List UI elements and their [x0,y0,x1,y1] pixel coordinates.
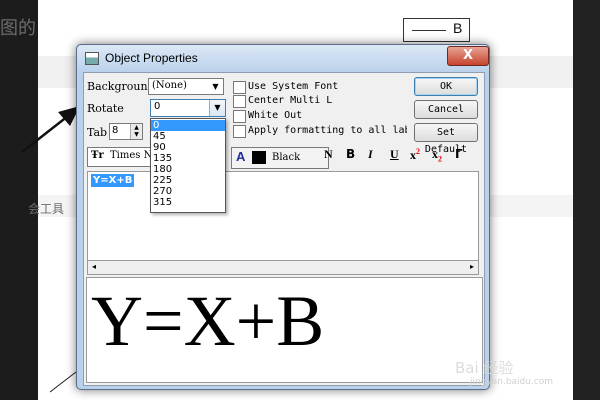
checkbox-label-apply-formatting: Apply formatting to all label [248,125,407,136]
ok-button[interactable]: OK [414,77,478,96]
checkbox-apply-formatting[interactable] [233,125,246,138]
subscript-button[interactable]: x2 [432,147,442,167]
rotate-option-135[interactable]: 135 [151,153,225,164]
greek-symbol-button[interactable]: Γ [455,147,463,167]
superscript-mark: 2 [416,147,420,156]
label-text-editor[interactable]: Y=X+B [87,171,479,261]
dialog-title: Object Properties [105,51,198,65]
checkbox-use-system-font[interactable] [233,81,246,94]
italic-button[interactable]: I [368,147,373,167]
cancel-button[interactable]: Cancel [414,100,478,119]
tab-value: 8 [112,125,119,136]
app-icon [85,52,99,65]
subscript-mark: 2 [438,154,442,164]
rotate-option-90[interactable]: 90 [151,142,225,153]
rotate-combo[interactable]: 0 ▼ [150,99,226,117]
bold-button[interactable]: B [346,147,355,167]
rotate-option-45[interactable]: 45 [151,131,225,142]
chevron-down-icon[interactable]: ▼ [209,100,225,116]
font-combo-value: Times N [110,150,153,161]
editor-horizontal-scrollbar[interactable]: ◂ ▸ [87,260,479,275]
font-combo[interactable]: Ŧr Times N [87,147,155,167]
rotate-option-180[interactable]: 180 [151,164,225,175]
checkbox-white-out[interactable] [233,110,246,123]
object-properties-dialog: Object Properties X Background (None) ▼ … [76,44,490,390]
background-combo-value: (None) [152,80,187,91]
superscript-button[interactable]: x2 [410,147,420,167]
stepper-arrows-icon[interactable]: ▲ ▼ [130,124,142,139]
scroll-right-icon[interactable]: ▸ [470,262,474,271]
tab-label: Tab [87,126,108,139]
rotate-dropdown-list[interactable]: 0 45 90 135 180 225 270 315 [150,118,226,213]
rotate-option-315[interactable]: 315 [151,197,225,208]
color-swatch [252,151,266,164]
truetype-font-icon: Ŧr [91,150,104,161]
rotate-combo-value: 0 [154,101,161,112]
normal-style-button[interactable]: N [324,147,333,167]
underline-button[interactable]: U [390,147,399,167]
color-combo[interactable]: A Black [231,147,329,169]
rotate-option-0[interactable]: 0 [151,120,225,131]
selected-editor-text[interactable]: Y=X+B [91,174,135,187]
dialog-client-area: Background (None) ▼ Rotate 0 ▼ Tab 8 ▲ ▼ … [83,72,485,386]
checkbox-label-white-out: White Out [248,110,303,121]
watermark-url: jingyan.baidu.com [470,377,554,387]
checkbox-label-center-multi: Center Multi L [248,95,333,106]
watermark-logo: Bai 经验 [455,359,514,377]
color-combo-value: Black [272,152,301,163]
font-color-icon: A [236,149,246,164]
scroll-left-icon[interactable]: ◂ [92,262,96,271]
checkbox-label-use-system-font: Use System Font [248,81,339,92]
dialog-titlebar[interactable]: Object Properties X [77,45,489,71]
preview-pane: Y=X+B [86,277,483,383]
rotate-option-270[interactable]: 270 [151,186,225,197]
chevron-down-icon[interactable]: ▼ [208,79,223,94]
set-default-button[interactable]: Set Default [414,123,478,155]
background-combo[interactable]: (None) ▼ [148,78,224,95]
checkbox-center-multi[interactable] [233,95,246,108]
rotate-label: Rotate [87,102,124,115]
close-button[interactable]: X [447,46,489,66]
tab-stepper[interactable]: 8 ▲ ▼ [109,123,143,140]
preview-text: Y=X+B [91,281,325,361]
background-label: Background [87,80,155,93]
rotate-option-225[interactable]: 225 [151,175,225,186]
